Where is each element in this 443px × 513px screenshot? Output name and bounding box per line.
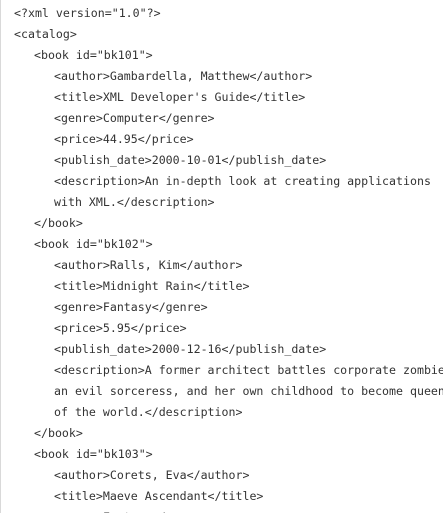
xml-code-block: <?xml version="1.0"?> <catalog> <book id="… — [14, 3, 443, 513]
code-line: <publish_date>2000-12-16</publish_date> — [54, 342, 327, 356]
code-line: with XML.</description> — [54, 195, 215, 209]
code-line: <title>XML Developer's Guide</title> — [54, 90, 306, 104]
code-line: <book id="bk103"> — [34, 447, 153, 461]
code-line: <title>Maeve Ascendant</title> — [54, 489, 264, 503]
code-line: <book id="bk102"> — [34, 237, 153, 251]
code-line: <?xml version="1.0"?> — [14, 6, 161, 20]
code-line: <author>Corets, Eva</author> — [54, 468, 250, 482]
code-line: of the world.</description> — [54, 405, 243, 419]
code-line: <description>A former architect battles … — [54, 363, 443, 377]
code-line: <author>Gambardella, Matthew</author> — [54, 69, 313, 83]
code-line: <genre>Computer</genre> — [54, 111, 215, 125]
code-line: an evil sorceress, and her own childhood… — [54, 384, 443, 398]
code-line: <description>An in-depth look at creatin… — [54, 174, 431, 188]
xml-document-viewer: <?xml version="1.0"?> <catalog> <book id="… — [0, 0, 443, 513]
code-line: <title>Midnight Rain</title> — [54, 279, 250, 293]
code-line: <price>5.95</price> — [54, 321, 187, 335]
code-line: <book id="bk101"> — [34, 48, 153, 62]
code-line: <author>Ralls, Kim</author> — [54, 258, 243, 272]
code-line: <genre>Fantasy</genre> — [54, 300, 208, 314]
code-line: <price>44.95</price> — [54, 132, 194, 146]
code-line: <genre>Fantasy</genre> — [14, 507, 443, 513]
code-line: <publish_date>2000-10-01</publish_date> — [54, 153, 327, 167]
code-line: </book> — [34, 216, 83, 230]
code-line: </book> — [34, 426, 83, 440]
code-line: <catalog> — [14, 27, 77, 41]
